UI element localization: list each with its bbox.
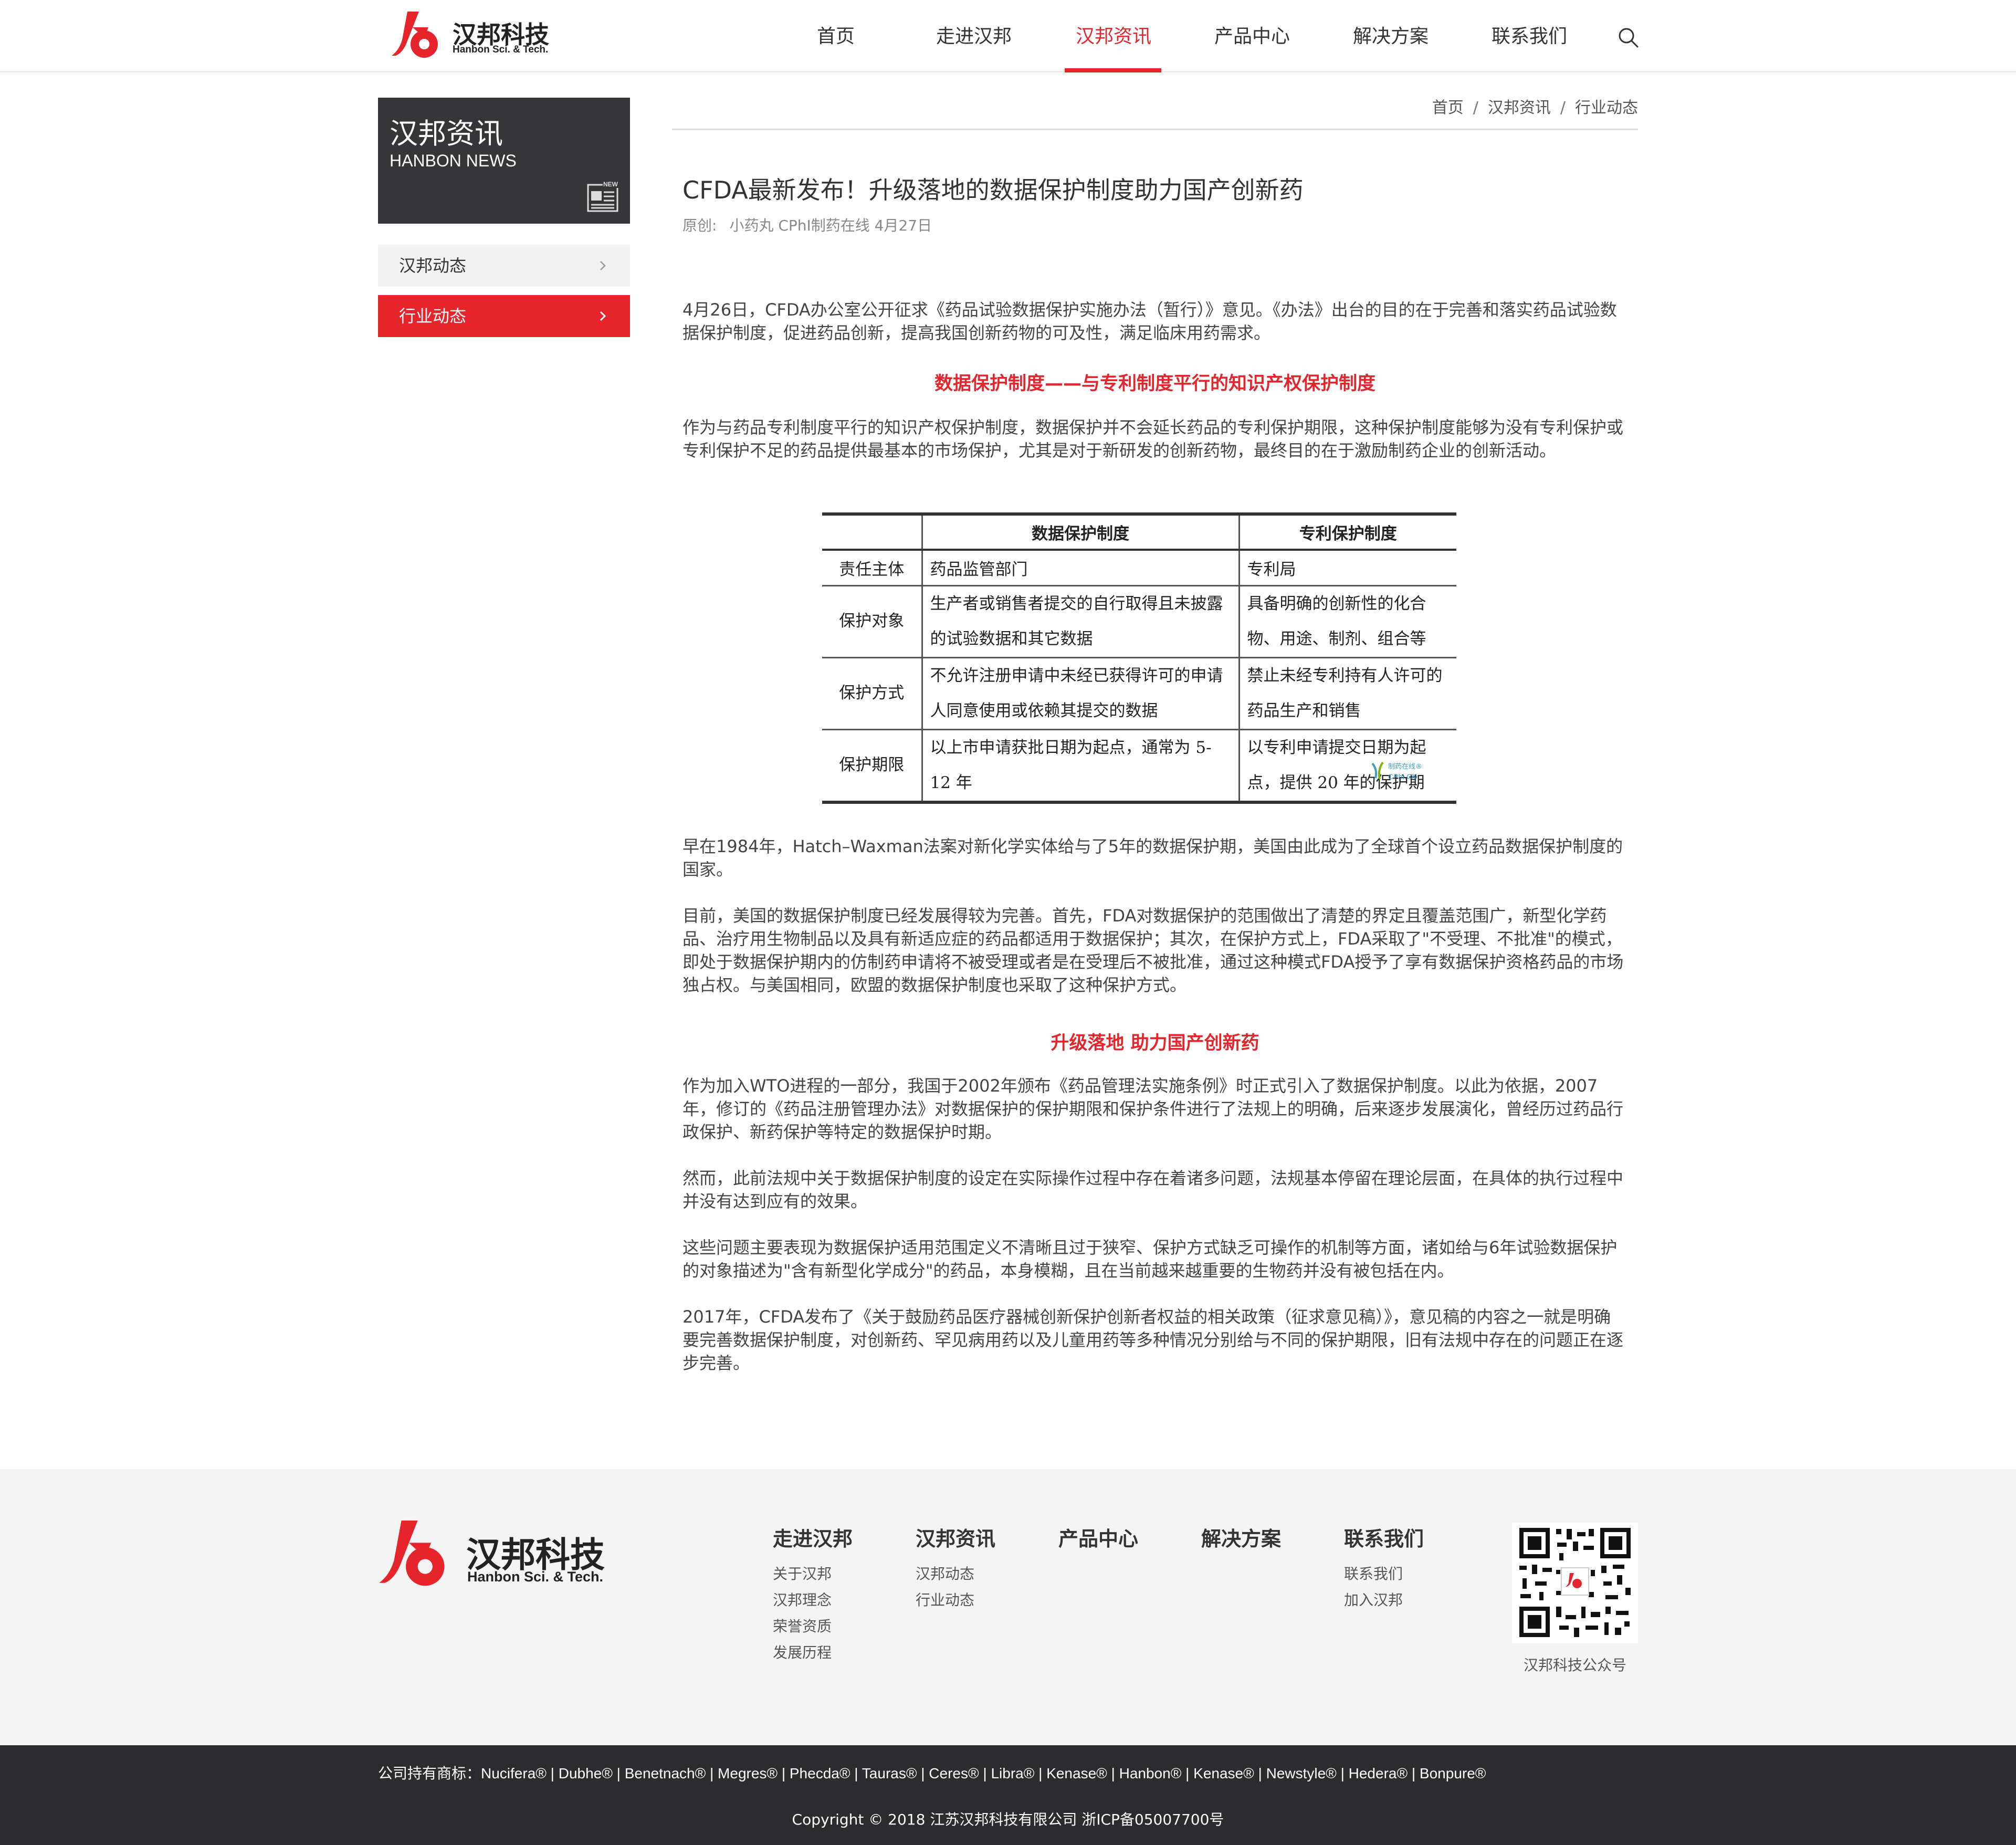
footer-bottom-bar <box>0 1745 2016 1845</box>
hanbon-logo-icon[interactable] <box>392 12 442 60</box>
site-footer <box>0 1469 2016 1745</box>
article-meta-original: 原创: <box>682 217 717 234</box>
table-row: 责任主体 药品监管部门 专利局 <box>822 550 1456 586</box>
breadcrumb-home[interactable]: 首页 <box>1432 97 1464 120</box>
table-header-patent: 专利保护制度 <box>1238 512 1456 551</box>
footer-link[interactable]: 发展历程 <box>773 1641 832 1662</box>
table-header-data: 数据保护制度 <box>921 512 1239 551</box>
qr-code-icon <box>1512 1523 1638 1643</box>
footer-link[interactable]: 汉邦动态 <box>916 1563 974 1584</box>
chevron-right-icon <box>600 311 606 321</box>
nav-products[interactable]: 产品中心 <box>1213 21 1292 53</box>
table-row: 保护方式 不允许注册申请中未经已获得许可的申请人同意使用或依赖其提交的数据 禁止… <box>822 657 1456 730</box>
watermark-cn: 制药在线® <box>1388 763 1422 771</box>
sidebar-banner: 汉邦资讯 HANBON NEWS NEW <box>378 98 630 224</box>
table-row: 保护对象 生产者或销售者提交的自行取得且未披露的试验数据和其它数据 具备明确的创… <box>822 585 1456 658</box>
breadcrumb-separator: / <box>1473 99 1478 117</box>
footer-col-news[interactable]: 汉邦资讯 <box>916 1523 995 1552</box>
sidebar-item-industry-news[interactable]: 行业动态 <box>378 295 630 337</box>
nav-solutions[interactable]: 解决方案 <box>1351 21 1430 53</box>
site-header: 汉邦科技 Hanbon Sci. & Tech. 首页 走进汉邦 汉邦资讯 产品… <box>0 0 2016 72</box>
table-cell: 禁止未经专利持有人许可的药品生产和销售 <box>1238 657 1456 730</box>
article-subheading: 数据保护制度——与专利制度平行的知识产权保护制度 <box>934 373 1376 394</box>
nav-news[interactable]: 汉邦资讯 <box>1074 21 1153 53</box>
article-paragraph: 4月26日，CFDA办公室公开征求《药品试验数据保护实施办法（暂行）》意见。《办… <box>682 300 1617 343</box>
footer-trademarks: 公司持有商标：Nucifera® | Dubhe® | Benetnach® |… <box>378 1765 1486 1781</box>
sidebar-item-label: 汉邦动态 <box>399 256 467 276</box>
article-subheading: 升级落地 助力国产创新药 <box>1051 1033 1259 1054</box>
article-paragraph: 作为加入WTO进程的一部分，我国于2002年颁布《药品管理法实施条例》时正式引入… <box>682 1076 1624 1142</box>
article-paragraph: 这些问题主要表现为数据保护适用范围定义不清晰且过于狭窄、保护方式缺乏可操作的机制… <box>682 1238 1618 1281</box>
article-paragraph: 然而，此前法规中关于数据保护制度的设定在实际操作过程中存在着诸多问题，法规基本停… <box>682 1168 1624 1211</box>
table-cell: 保护方式 <box>822 657 922 730</box>
watermark-en: CPhI.CN <box>1388 772 1417 781</box>
cphi-watermark-icon: 制药在线® CPhI.CN <box>1371 761 1422 781</box>
sidebar-item-label: 行业动态 <box>399 306 467 326</box>
footer-col-about[interactable]: 走进汉邦 <box>773 1523 853 1552</box>
nav-about[interactable]: 走进汉邦 <box>934 21 1013 53</box>
article-meta-author: 小药丸 CPhI制药在线 4月27日 <box>729 217 932 234</box>
footer-link[interactable]: 加入汉邦 <box>1344 1589 1403 1610</box>
table-cell: 保护期限 <box>822 729 922 804</box>
footer-col-solutions[interactable]: 解决方案 <box>1201 1523 1281 1552</box>
header-logo-en: Hanbon Sci. & Tech. <box>453 44 549 55</box>
table-cell: 具备明确的创新性的化合物、用途、制剂、组合等 <box>1238 585 1456 658</box>
chevron-right-icon <box>600 261 606 270</box>
footer-logo-en: Hanbon Sci. & Tech. <box>467 1569 604 1585</box>
table-cell: 生产者或销售者提交的自行取得且未披露的试验数据和其它数据 <box>921 585 1239 658</box>
footer-copyright: Copyright © 2018 江苏汉邦科技有限公司 浙ICP备0500770… <box>792 1811 1224 1828</box>
nav-active-indicator <box>1065 68 1161 72</box>
footer-link[interactable]: 荣誉资质 <box>773 1615 832 1636</box>
nav-contact[interactable]: 联系我们 <box>1490 21 1569 53</box>
breadcrumb-news[interactable]: 汉邦资讯 <box>1488 97 1551 120</box>
article-paragraph: 目前，美国的数据保护制度已经发展得较为完善。首先，FDA对数据保护的范围做出了清… <box>682 906 1624 995</box>
footer-link[interactable]: 汉邦理念 <box>773 1589 832 1610</box>
sidebar-title: 汉邦资讯 <box>390 117 503 150</box>
nav-home[interactable]: 首页 <box>798 21 874 53</box>
article-title: CFDA最新发布！升级落地的数据保护制度助力国产创新药 <box>682 176 1304 204</box>
breadcrumb-industry[interactable]: 行业动态 <box>1575 97 1638 120</box>
table-row: 保护期限 以上市申请获批日期为起点，通常为 5-12 年 以专利申请提交日期为起… <box>822 729 1456 804</box>
table-cell: 药品监管部门 <box>921 550 1239 586</box>
newspaper-icon: NEW <box>587 180 618 212</box>
article-paragraph: 2017年，CFDA发布了《关于鼓励药品医疗器械创新保护创新者权益的相关政策（征… <box>682 1307 1624 1373</box>
table-cell: 专利局 <box>1238 550 1456 586</box>
article-paragraph: 作为与药品专利制度平行的知识产权保护制度，数据保护并不会延长药品的专利保护期限，… <box>682 417 1624 460</box>
table-cell: 以上市申请获批日期为起点，通常为 5-12 年 <box>921 729 1239 804</box>
article-meta: 原创: 小药丸 CPhI制药在线 4月27日 <box>682 214 944 235</box>
newspaper-icon-label: NEW <box>603 181 618 188</box>
table-cell: 保护对象 <box>822 585 922 658</box>
comparison-table: 数据保护制度 专利保护制度 责任主体 药品监管部门 专利局 保护对象 生产者或销… <box>822 512 1456 804</box>
footer-col-products[interactable]: 产品中心 <box>1058 1523 1138 1552</box>
table-header-empty <box>822 512 922 551</box>
search-icon[interactable] <box>1617 26 1639 48</box>
footer-link[interactable]: 关于汉邦 <box>773 1563 832 1584</box>
article-paragraph: 早在1984年，Hatch–Waxman法案对新化学实体给与了5年的数据保护期，… <box>682 836 1623 879</box>
table-cell: 责任主体 <box>822 550 922 586</box>
breadcrumb-separator: / <box>1560 99 1566 117</box>
table-cell: 不允许注册申请中未经已获得许可的申请人同意使用或依赖其提交的数据 <box>921 657 1239 730</box>
qr-label: 汉邦科技公众号 <box>1523 1657 1626 1674</box>
sidebar-item-hanbon-news[interactable]: 汉邦动态 <box>378 245 630 287</box>
footer-link[interactable]: 行业动态 <box>916 1589 974 1610</box>
footer-col-contact[interactable]: 联系我们 <box>1344 1523 1424 1552</box>
breadcrumb: 首页 / 汉邦资讯 / 行业动态 <box>672 97 1638 130</box>
footer-logo-icon[interactable] <box>378 1521 452 1589</box>
footer-link[interactable]: 联系我们 <box>1344 1563 1403 1584</box>
sidebar-subtitle: HANBON NEWS <box>390 151 517 170</box>
